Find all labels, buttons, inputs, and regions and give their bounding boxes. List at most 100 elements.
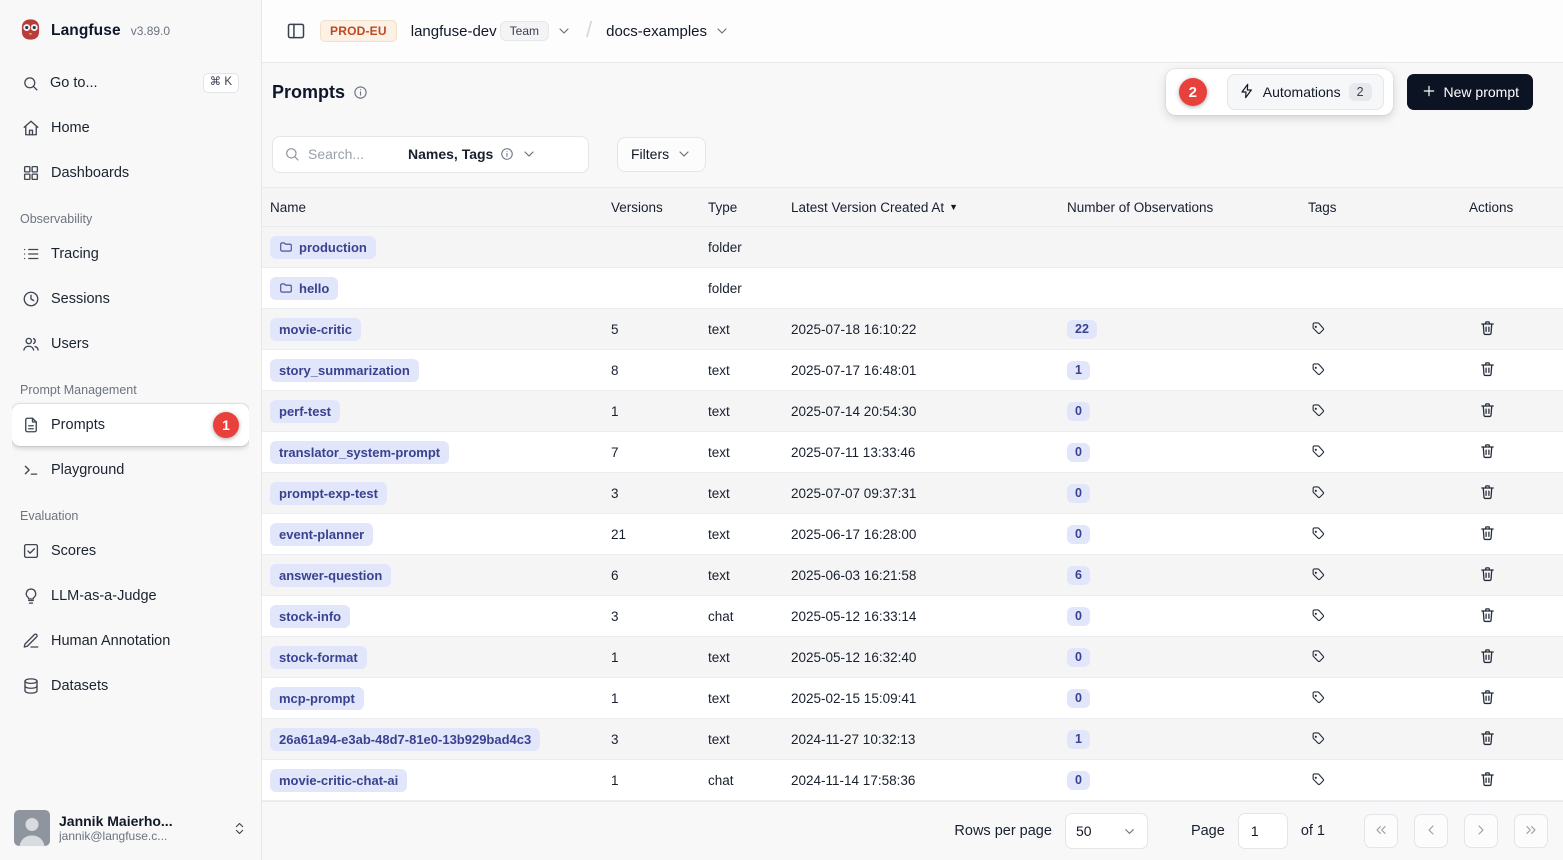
sidebar-item-scores[interactable]: Scores xyxy=(12,530,249,572)
table-row[interactable]: stock-format1text2025-05-12 16:32:400 xyxy=(262,637,1563,678)
sidebar-item-tracing[interactable]: Tracing xyxy=(12,233,249,275)
table-row[interactable]: perf-test1text2025-07-14 20:54:300 xyxy=(262,391,1563,432)
plus-icon xyxy=(1421,83,1437,102)
table-row[interactable]: hellofolder xyxy=(262,268,1563,309)
folder-link[interactable]: production xyxy=(270,236,376,259)
page-input[interactable] xyxy=(1238,813,1288,849)
prompt-link[interactable]: translator_system-prompt xyxy=(270,441,449,464)
delete-prompt-button[interactable] xyxy=(1477,522,1498,546)
search-input[interactable] xyxy=(308,146,400,162)
tags-cell xyxy=(1308,647,1469,667)
table-row[interactable]: movie-critic5text2025-07-18 16:10:2222 xyxy=(262,309,1563,350)
delete-prompt-button[interactable] xyxy=(1477,440,1498,464)
prompt-link[interactable]: perf-test xyxy=(270,400,340,423)
annotation-step-1: 1 xyxy=(213,412,239,438)
sidebar-item-home[interactable]: Home xyxy=(12,107,249,149)
table-row[interactable]: prompt-exp-test3text2025-07-07 09:37:310 xyxy=(262,473,1563,514)
column-header-type[interactable]: Type xyxy=(708,200,791,215)
table-row[interactable]: answer-question6text2025-06-03 16:21:586 xyxy=(262,555,1563,596)
observations-cell: 0 xyxy=(1067,607,1308,626)
delete-prompt-button[interactable] xyxy=(1477,686,1498,710)
tag-icon[interactable] xyxy=(1308,360,1327,379)
search-scope-select[interactable]: Names, Tags xyxy=(408,146,537,162)
prompt-link[interactable]: 26a61a94-e3ab-48d7-81e0-13b929bad4c3 xyxy=(270,728,540,751)
prompt-link[interactable]: movie-critic-chat-ai xyxy=(270,769,407,792)
created-at-cell: 2025-05-12 16:32:40 xyxy=(791,650,1067,665)
tag-icon[interactable] xyxy=(1308,729,1327,748)
prompt-link[interactable]: story_summarization xyxy=(270,359,419,382)
automations-button[interactable]: Automations 2 xyxy=(1227,74,1384,110)
info-icon[interactable] xyxy=(353,85,368,100)
table-row[interactable]: translator_system-prompt7text2025-07-11 … xyxy=(262,432,1563,473)
delete-prompt-button[interactable] xyxy=(1477,604,1498,628)
last-page-button[interactable] xyxy=(1514,814,1548,848)
tag-icon[interactable] xyxy=(1308,401,1327,420)
project-selector[interactable]: docs-examples xyxy=(606,23,730,40)
column-header-tags[interactable]: Tags xyxy=(1308,200,1469,215)
column-header-name[interactable]: Name xyxy=(270,200,611,215)
sidebar-item-users[interactable]: Users xyxy=(12,323,249,365)
prompt-link[interactable]: event-planner xyxy=(270,523,373,546)
app-logo-row[interactable]: Langfuse v3.89.0 xyxy=(12,0,249,62)
sidebar-toggle-button[interactable] xyxy=(286,21,306,41)
tag-icon[interactable] xyxy=(1308,770,1327,789)
tag-icon[interactable] xyxy=(1308,606,1327,625)
table-row[interactable]: stock-info3chat2025-05-12 16:33:140 xyxy=(262,596,1563,637)
sidebar-item-dashboards[interactable]: Dashboards xyxy=(12,152,249,194)
column-header-versions[interactable]: Versions xyxy=(611,200,708,215)
tag-icon[interactable] xyxy=(1308,688,1327,707)
delete-prompt-button[interactable] xyxy=(1477,727,1498,751)
sidebar-item-playground[interactable]: Playground xyxy=(12,449,249,491)
tag-icon[interactable] xyxy=(1308,319,1327,338)
column-header-latest-version-created-at[interactable]: Latest Version Created At ▼ xyxy=(791,200,1067,215)
table-row[interactable]: 26a61a94-e3ab-48d7-81e0-13b929bad4c33tex… xyxy=(262,719,1563,760)
tag-icon[interactable] xyxy=(1308,524,1327,543)
sidebar-item-llm-as-a-judge[interactable]: LLM-as-a-Judge xyxy=(12,575,249,617)
table-row[interactable]: mcp-prompt1text2025-02-15 15:09:410 xyxy=(262,678,1563,719)
table-row[interactable]: productionfolder xyxy=(262,227,1563,268)
table-row[interactable]: story_summarization8text2025-07-17 16:48… xyxy=(262,350,1563,391)
next-page-button[interactable] xyxy=(1464,814,1498,848)
environment-badge[interactable]: PROD-EU xyxy=(320,20,397,42)
tag-icon[interactable] xyxy=(1308,442,1327,461)
rows-per-page-select[interactable]: 50 xyxy=(1065,813,1148,849)
delete-prompt-button[interactable] xyxy=(1477,399,1498,423)
sidebar-item-sessions[interactable]: Sessions xyxy=(12,278,249,320)
table-footer: Rows per page 50 Page of 1 xyxy=(262,801,1563,860)
filters-button[interactable]: Filters xyxy=(617,137,706,172)
folder-link[interactable]: hello xyxy=(270,277,338,300)
prompt-link[interactable]: stock-info xyxy=(270,605,350,628)
new-prompt-button[interactable]: New prompt xyxy=(1407,74,1533,110)
delete-prompt-button[interactable] xyxy=(1477,563,1498,587)
sidebar-item-label: Dashboards xyxy=(51,165,129,181)
sidebar-item-datasets[interactable]: Datasets xyxy=(12,665,249,707)
prompt-link[interactable]: movie-critic xyxy=(270,318,361,341)
prompt-link[interactable]: answer-question xyxy=(270,564,391,587)
name-cell: production xyxy=(270,236,611,259)
observations-count: 0 xyxy=(1067,607,1090,626)
delete-prompt-button[interactable] xyxy=(1477,768,1498,792)
org-selector[interactable]: langfuse-dev Team xyxy=(411,21,572,41)
versions-cell: 1 xyxy=(611,404,708,419)
table-row[interactable]: movie-critic-chat-ai1chat2024-11-14 17:5… xyxy=(262,760,1563,801)
trash-icon xyxy=(1479,360,1496,380)
delete-prompt-button[interactable] xyxy=(1477,645,1498,669)
user-menu[interactable]: Jannik Maierho... jannik@langfuse.c... xyxy=(12,798,249,860)
actions-cell xyxy=(1469,358,1563,382)
prompt-link[interactable]: stock-format xyxy=(270,646,367,669)
sidebar-item-prompts[interactable]: Prompts1 xyxy=(12,404,249,446)
tag-icon[interactable] xyxy=(1308,483,1327,502)
prompt-link[interactable]: prompt-exp-test xyxy=(270,482,387,505)
tag-icon[interactable] xyxy=(1308,647,1327,666)
table-row[interactable]: event-planner21text2025-06-17 16:28:000 xyxy=(262,514,1563,555)
tag-icon[interactable] xyxy=(1308,565,1327,584)
delete-prompt-button[interactable] xyxy=(1477,358,1498,382)
delete-prompt-button[interactable] xyxy=(1477,481,1498,505)
delete-prompt-button[interactable] xyxy=(1477,317,1498,341)
prompt-link[interactable]: mcp-prompt xyxy=(270,687,364,710)
column-header-number-of-observations[interactable]: Number of Observations xyxy=(1067,200,1308,215)
sidebar-item-human-annotation[interactable]: Human Annotation xyxy=(12,620,249,662)
goto-search[interactable]: Go to... ⌘ K xyxy=(12,62,249,104)
previous-page-button[interactable] xyxy=(1414,814,1448,848)
first-page-button[interactable] xyxy=(1364,814,1398,848)
